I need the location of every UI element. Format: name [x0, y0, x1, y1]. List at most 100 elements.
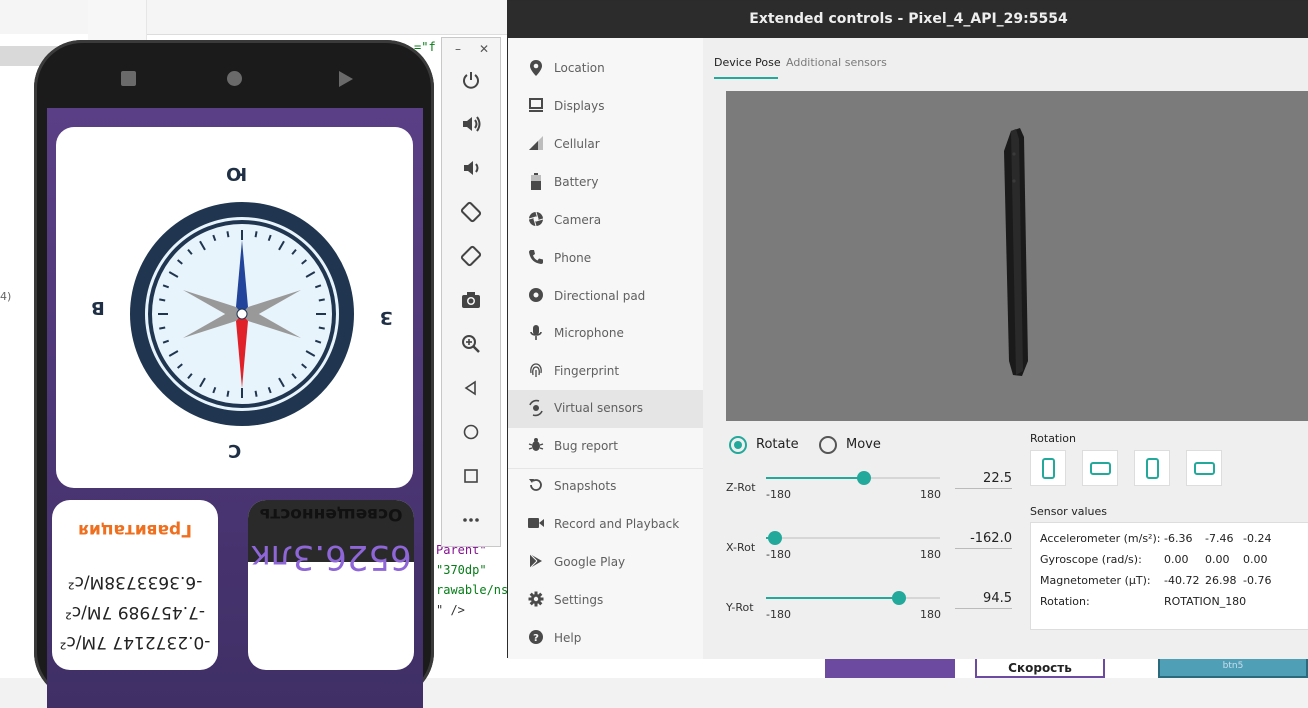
- sidebar-item-camera[interactable]: Camera: [508, 202, 703, 240]
- fingerprint-icon: [526, 362, 546, 382]
- snapshots-icon: [526, 477, 546, 497]
- sensor-values-box: Accelerometer (m/s²): -6.36 -7.46 -0.24 …: [1030, 522, 1308, 630]
- x-rot-slider-thumb[interactable]: [767, 531, 782, 545]
- overview-button[interactable]: [118, 68, 140, 90]
- sensor-value-2: 26.98: [1205, 574, 1237, 587]
- rotate-landscape-button[interactable]: [1082, 450, 1118, 486]
- power-icon[interactable]: [457, 69, 485, 97]
- compass-tick: [226, 390, 230, 397]
- compass-card: Ю С З В: [56, 127, 413, 488]
- home-button[interactable]: [224, 68, 246, 90]
- sidebar-item-snapshots[interactable]: Snapshots: [508, 468, 703, 506]
- compass-tick: [226, 231, 230, 238]
- sidebar-item-phone[interactable]: Phone: [508, 240, 703, 278]
- sidebar-item-label: Settings: [554, 593, 604, 607]
- gravity-title: Гравитация: [78, 520, 192, 540]
- portrait-phone-icon: [1042, 458, 1055, 479]
- z-rot-slider[interactable]: [766, 471, 940, 485]
- rotate-radio[interactable]: [729, 436, 747, 454]
- sidebar-item-label: Fingerprint: [554, 364, 620, 378]
- tab-device-pose[interactable]: Device Pose: [714, 56, 781, 69]
- sidebar-item-fingerprint[interactable]: Fingerprint: [508, 353, 703, 391]
- sidebar-item-directional-pad[interactable]: Directional pad: [508, 278, 703, 316]
- y-rot-max: 180: [920, 608, 941, 621]
- compass-label-right: З: [380, 307, 393, 328]
- sidebar-item-location[interactable]: Location: [508, 50, 703, 88]
- home-icon[interactable]: [457, 421, 485, 449]
- reverse-landscape-phone-icon: [1194, 462, 1215, 475]
- sensor-value-1: ROTATION_180: [1164, 595, 1247, 608]
- sidebar-item-google-play[interactable]: Google Play: [508, 544, 703, 582]
- location-pin-icon: [526, 59, 546, 79]
- x-rot-min: -180: [766, 548, 791, 561]
- square-icon: [121, 71, 136, 86]
- sidebar-item-label: Camera: [554, 213, 602, 227]
- close-button[interactable]: ✕: [479, 42, 489, 56]
- z-rot-value[interactable]: 22.5: [955, 471, 1012, 489]
- landscape-phone-icon: [1090, 462, 1111, 475]
- svg-text:?: ?: [533, 633, 539, 644]
- z-rot-max: 180: [920, 488, 941, 501]
- move-radio[interactable]: [819, 436, 837, 454]
- sensor-value-1: -40.72: [1164, 574, 1200, 587]
- dpad-icon: [526, 287, 546, 307]
- sensor-values-title: Sensor values: [1030, 505, 1107, 518]
- y-rot-slider-thumb[interactable]: [891, 591, 906, 605]
- battery-icon: [526, 173, 546, 193]
- display-icon: [526, 97, 546, 117]
- more-icon[interactable]: [457, 509, 485, 537]
- light-title: Освещенность: [259, 504, 403, 524]
- window-titlebar[interactable]: Extended controls - Pixel_4_API_29:5554: [508, 1, 1308, 38]
- sidebar-item-displays[interactable]: Displays: [508, 88, 703, 126]
- z-rot-slider-thumb[interactable]: [856, 471, 871, 485]
- device-pose-viewport[interactable]: [726, 91, 1308, 421]
- sensor-value-1: -6.36: [1164, 532, 1193, 545]
- y-rot-slider[interactable]: [766, 591, 940, 605]
- overview-icon[interactable]: [457, 465, 485, 493]
- sensor-row-label: Rotation:: [1040, 595, 1090, 608]
- rotate-reverse-landscape-button[interactable]: [1186, 450, 1222, 486]
- sidebar-item-label: Microphone: [554, 326, 624, 340]
- reverse-portrait-phone-icon: [1146, 458, 1159, 479]
- sidebar-item-label: Help: [554, 631, 582, 645]
- sensor-value-2: 0.00: [1205, 553, 1230, 566]
- volume-down-icon[interactable]: [457, 157, 485, 185]
- minimize-button[interactable]: –: [455, 42, 461, 56]
- sidebar-item-label: Phone: [554, 251, 592, 265]
- x-rot-slider[interactable]: [766, 531, 940, 545]
- tab-additional-sensors[interactable]: Additional sensors: [786, 56, 887, 69]
- sensor-value-3: 0.00: [1243, 553, 1268, 566]
- rotate-left-icon[interactable]: [457, 201, 485, 229]
- sidebar-item-cellular[interactable]: Cellular: [508, 126, 703, 164]
- sidebar-item-virtual-sensors[interactable]: Virtual sensors: [508, 390, 703, 428]
- sidebar-item-record-and-playback[interactable]: Record and Playback: [508, 506, 703, 544]
- sensor-value-3: -0.24: [1243, 532, 1272, 545]
- camera-icon[interactable]: [457, 289, 485, 317]
- rotate-reverse-portrait-button[interactable]: [1134, 450, 1170, 486]
- sidebar-item-microphone[interactable]: Microphone: [508, 315, 703, 353]
- y-rot-label: Y-Rot: [726, 601, 754, 614]
- compass-dial: [130, 202, 354, 426]
- sidebar-item-help[interactable]: ? Help: [508, 620, 703, 658]
- gravity-value-y: -7.457989 7М/с²: [64, 602, 206, 622]
- back-icon[interactable]: [457, 377, 485, 405]
- compass-tick: [318, 326, 325, 330]
- microphone-icon: [526, 324, 546, 344]
- rotate-portrait-button[interactable]: [1030, 450, 1066, 486]
- z-rot-slider-fill: [766, 477, 864, 479]
- virtual-sensors-icon: [526, 399, 546, 419]
- y-rot-value[interactable]: 94.5: [955, 591, 1012, 609]
- sidebar-item-settings[interactable]: Settings: [508, 582, 703, 620]
- x-rot-value[interactable]: -162.0: [955, 531, 1012, 549]
- sidebar-item-bug-report[interactable]: Bug report: [508, 428, 703, 466]
- back-button[interactable]: [334, 68, 356, 90]
- compass-tick: [254, 231, 258, 238]
- emulator-phone: Ю С З В Гравитация -6.3633738М/с² -7.457…: [34, 40, 434, 708]
- rotate-right-icon[interactable]: [457, 245, 485, 273]
- zoom-icon[interactable]: [457, 333, 485, 361]
- virtual-sensors-panel: Device Pose Additional sensors Rotate Mo…: [703, 38, 1308, 659]
- sidebar-item-battery[interactable]: Battery: [508, 164, 703, 202]
- compass-label-bottom: С: [228, 440, 242, 461]
- gravity-card: Гравитация -6.3633738М/с² -7.457989 7М/с…: [52, 500, 218, 670]
- volume-up-icon[interactable]: [457, 113, 485, 141]
